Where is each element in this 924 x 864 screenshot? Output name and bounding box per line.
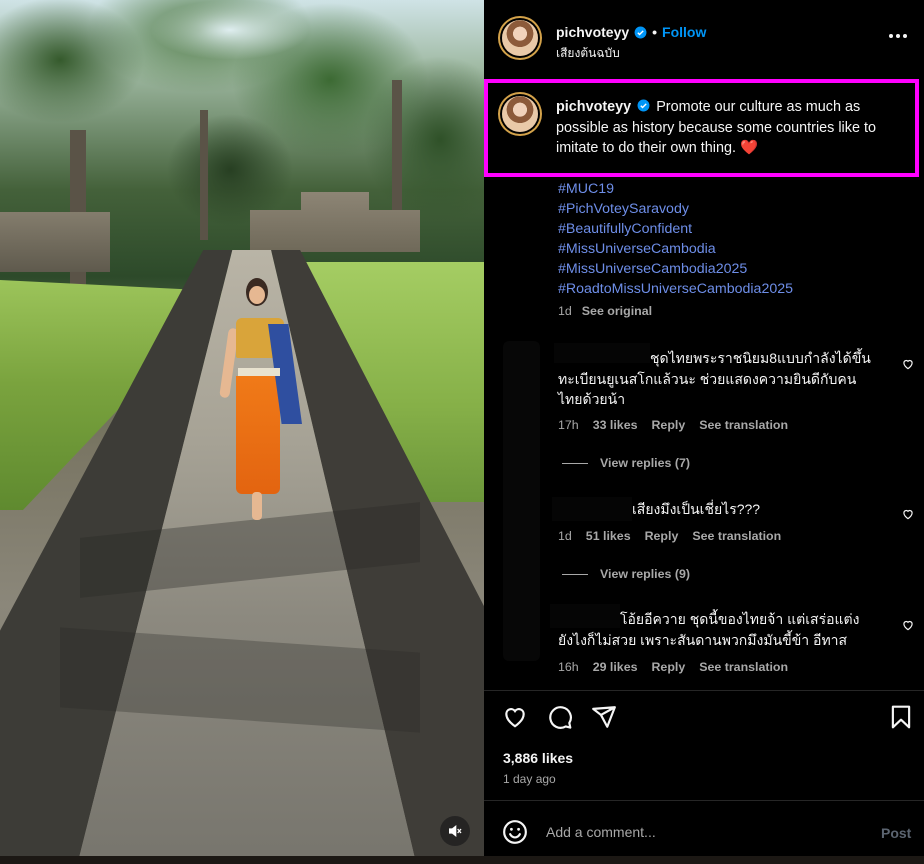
comment-text: ยังไงก็ไม่สวย เพราะสันดานพวกมึงมันขี้ข้า… <box>558 632 848 648</box>
post-media[interactable] <box>0 0 484 864</box>
see-translation-link[interactable]: See translation <box>699 418 788 432</box>
comment-age: 17h <box>558 418 579 432</box>
comment-text: ทะเบียนยูเนสโกแล้วนะ ช่วยแสดงความยินดีกั… <box>558 371 857 387</box>
hashtag-link[interactable]: #MissUniverseCambodia <box>558 239 793 259</box>
follow-button[interactable]: Follow <box>662 24 706 40</box>
comment-text: ไทยด้วยน้า <box>558 391 626 407</box>
redacted-username <box>554 343 650 363</box>
comment-text: ชุดไทยพระราชนิยม8แบบกำลังได้ขึ้น <box>650 350 871 366</box>
comment-meta: 1d 51 likes Reply See translation <box>558 529 781 543</box>
reply-button[interactable]: Reply <box>651 418 685 432</box>
see-original-link[interactable]: See original <box>582 304 652 318</box>
view-replies-button[interactable]: View replies (7) <box>562 456 690 470</box>
post-sidebar: pichvoteyy • Follow เสียงต้นฉบับ pichvot… <box>484 0 924 864</box>
divider <box>484 690 924 691</box>
comment-age: 1d <box>558 529 572 543</box>
reply-button[interactable]: Reply <box>645 529 679 543</box>
hashtag-link[interactable]: #RoadtoMissUniverseCambodia2025 <box>558 279 793 299</box>
avatar[interactable] <box>502 20 538 56</box>
caption: pichvoteyy Promote our culture as much a… <box>556 97 906 159</box>
divider <box>484 800 924 801</box>
more-horizontal-icon[interactable] <box>886 24 910 48</box>
comment-meta: 17h 33 likes Reply See translation <box>558 418 788 432</box>
comment-text: โอ้ยอีควาย ชุดนี้ของไทยจ้า แต่เสร่อแต่ง <box>620 611 860 627</box>
likes-count[interactable]: 3,886 likes <box>503 750 573 766</box>
comment-icon[interactable] <box>547 704 573 730</box>
reply-button[interactable]: Reply <box>651 660 685 674</box>
sky-patch <box>150 0 310 60</box>
window-bottom-strip <box>0 856 924 864</box>
caption-username[interactable]: pichvoteyy <box>556 99 631 115</box>
caption-meta: 1d See original <box>558 304 652 318</box>
hashtag-list: #MUC19 #PichVoteySaravody #BeautifullyCo… <box>558 179 793 299</box>
see-translation-link[interactable]: See translation <box>692 529 781 543</box>
post-time[interactable]: 1 day ago <box>503 772 556 786</box>
view-replies-label: View replies (7) <box>600 456 690 470</box>
hashtag-link[interactable]: #BeautifullyConfident <box>558 219 793 239</box>
heart-icon[interactable] <box>502 704 528 730</box>
emoji-icon[interactable] <box>502 819 528 845</box>
comment-likes[interactable]: 29 likes <box>593 660 638 674</box>
share-icon[interactable] <box>591 704 617 730</box>
ruins-left <box>0 212 110 272</box>
redacted-username <box>550 604 620 628</box>
post-header: pichvoteyy • Follow เสียงต้นฉบับ <box>484 0 924 76</box>
see-translation-link[interactable]: See translation <box>699 660 788 674</box>
post-button[interactable]: Post <box>881 825 911 841</box>
comment-meta: 16h 29 likes Reply See translation <box>558 660 788 674</box>
comment-text: เสียงมึงเป็นเชี่ยไร??? <box>632 501 761 517</box>
hashtag-link[interactable]: #MUC19 <box>558 179 793 199</box>
comment-age: 16h <box>558 660 579 674</box>
bookmark-icon[interactable] <box>888 704 914 730</box>
heart-icon[interactable] <box>901 357 915 371</box>
hashtag-link[interactable]: #MissUniverseCambodia2025 <box>558 259 793 279</box>
view-replies-button[interactable]: View replies (9) <box>562 567 690 581</box>
caption-age: 1d <box>558 304 572 318</box>
separator-dot: • <box>652 24 658 40</box>
view-replies-label: View replies (9) <box>600 567 690 581</box>
tree-trunk <box>200 110 208 240</box>
comment-likes[interactable]: 51 likes <box>586 529 631 543</box>
heart-icon[interactable] <box>901 507 915 521</box>
audio-label[interactable]: เสียงต้นฉบับ <box>556 44 620 63</box>
speaker-muted-icon[interactable] <box>440 816 470 846</box>
username[interactable]: pichvoteyy <box>556 24 629 40</box>
woman-in-traditional-dress <box>219 278 302 523</box>
heart-icon[interactable] <box>901 618 915 632</box>
caption-avatar[interactable] <box>502 96 538 132</box>
tree-trunk <box>392 80 402 230</box>
redacted-username <box>552 497 632 521</box>
hashtag-link[interactable]: #PichVoteySaravody <box>558 199 793 219</box>
redacted-avatars <box>503 341 540 661</box>
comment-input[interactable] <box>546 824 846 840</box>
comment-likes[interactable]: 33 likes <box>593 418 638 432</box>
verified-badge-icon <box>634 26 647 38</box>
verified-badge-icon <box>637 99 650 112</box>
